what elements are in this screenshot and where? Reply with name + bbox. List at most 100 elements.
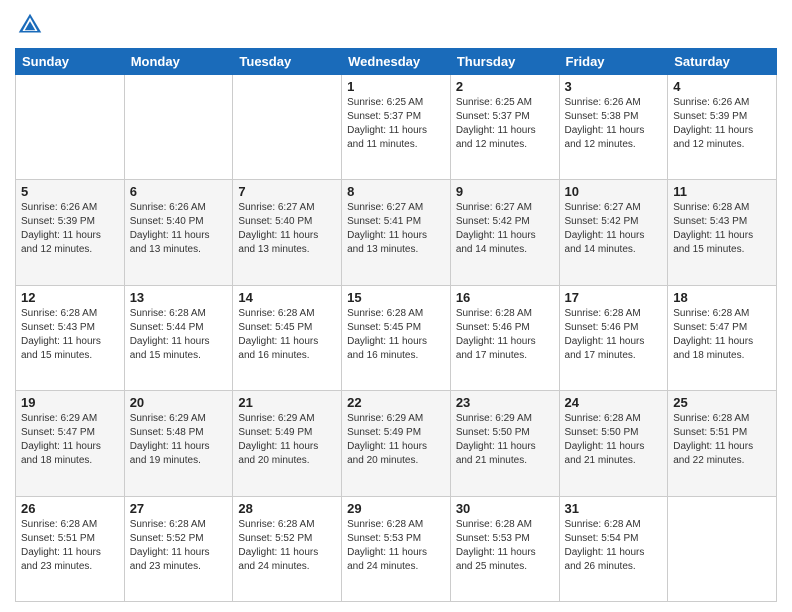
day-number-7: 7: [238, 184, 336, 199]
day-header-sunday: Sunday: [16, 49, 125, 75]
day-info-14: Sunrise: 6:28 AM Sunset: 5:45 PM Dayligh…: [238, 307, 336, 363]
day-number-31: 31: [565, 501, 663, 516]
day-info-31: Sunrise: 6:28 AM Sunset: 5:54 PM Dayligh…: [565, 518, 663, 574]
day-number-20: 20: [130, 395, 228, 410]
day-number-2: 2: [456, 79, 554, 94]
day-cell-11: 11 Sunrise: 6:28 AM Sunset: 5:43 PM Dayli…: [668, 180, 777, 285]
day-info-7: Sunrise: 6:27 AM Sunset: 5:40 PM Dayligh…: [238, 201, 336, 257]
logo: [15, 10, 49, 40]
day-cell-2: 2 Sunrise: 6:25 AM Sunset: 5:37 PM Daylig…: [450, 75, 559, 180]
day-cell-15: 15 Sunrise: 6:28 AM Sunset: 5:45 PM Dayli…: [342, 285, 451, 390]
day-number-3: 3: [565, 79, 663, 94]
day-info-15: Sunrise: 6:28 AM Sunset: 5:45 PM Dayligh…: [347, 307, 445, 363]
day-cell-6: 6 Sunrise: 6:26 AM Sunset: 5:40 PM Daylig…: [124, 180, 233, 285]
day-header-monday: Monday: [124, 49, 233, 75]
day-info-29: Sunrise: 6:28 AM Sunset: 5:53 PM Dayligh…: [347, 518, 445, 574]
day-number-28: 28: [238, 501, 336, 516]
day-info-18: Sunrise: 6:28 AM Sunset: 5:47 PM Dayligh…: [673, 307, 771, 363]
day-cell-22: 22Sunrise: 6:29 AM Sunset: 5:49 PM Dayli…: [342, 391, 451, 496]
day-info-11: Sunrise: 6:28 AM Sunset: 5:43 PM Dayligh…: [673, 201, 771, 257]
day-cell-30: 30 Sunrise: 6:28 AM Sunset: 5:53 PM Dayli…: [450, 496, 559, 601]
day-cell-12: 12 Sunrise: 6:28 AM Sunset: 5:43 PM Dayli…: [16, 285, 125, 390]
day-number-18: 18: [673, 290, 771, 305]
day-headers-row: SundayMondayTuesdayWednesdayThursdayFrid…: [16, 49, 777, 75]
day-number-11: 11: [673, 184, 771, 199]
logo-icon: [15, 10, 45, 40]
day-number-14: 14: [238, 290, 336, 305]
day-cell-18: 18 Sunrise: 6:28 AM Sunset: 5:47 PM Dayli…: [668, 285, 777, 390]
day-info-30: Sunrise: 6:28 AM Sunset: 5:53 PM Dayligh…: [456, 518, 554, 574]
day-info-2: Sunrise: 6:25 AM Sunset: 5:37 PM Dayligh…: [456, 96, 554, 152]
day-header-tuesday: Tuesday: [233, 49, 342, 75]
day-number-17: 17: [565, 290, 663, 305]
day-number-24: 24: [565, 395, 663, 410]
day-info-17: Sunrise: 6:28 AM Sunset: 5:46 PM Dayligh…: [565, 307, 663, 363]
day-number-8: 8: [347, 184, 445, 199]
day-number-21: 21: [238, 395, 336, 410]
day-info-10: Sunrise: 6:27 AM Sunset: 5:42 PM Dayligh…: [565, 201, 663, 257]
day-number-30: 30: [456, 501, 554, 516]
day-number-6: 6: [130, 184, 228, 199]
day-cell-1: 1Sunrise: 6:25 AM Sunset: 5:37 PM Daylig…: [342, 75, 451, 180]
day-cell-7: 7 Sunrise: 6:27 AM Sunset: 5:40 PM Daylig…: [233, 180, 342, 285]
day-cell-23: 23Sunrise: 6:29 AM Sunset: 5:50 PM Dayli…: [450, 391, 559, 496]
day-cell-3: 3 Sunrise: 6:26 AM Sunset: 5:38 PM Daylig…: [559, 75, 668, 180]
day-cell-10: 10 Sunrise: 6:27 AM Sunset: 5:42 PM Dayli…: [559, 180, 668, 285]
day-cell-9: 9 Sunrise: 6:27 AM Sunset: 5:42 PM Daylig…: [450, 180, 559, 285]
day-header-friday: Friday: [559, 49, 668, 75]
calendar-table: SundayMondayTuesdayWednesdayThursdayFrid…: [15, 48, 777, 602]
day-info-27: Sunrise: 6:28 AM Sunset: 5:52 PM Dayligh…: [130, 518, 228, 574]
day-info-21: Sunrise: 6:29 AM Sunset: 5:49 PM Dayligh…: [238, 412, 336, 468]
day-number-29: 29: [347, 501, 445, 516]
day-info-12: Sunrise: 6:28 AM Sunset: 5:43 PM Dayligh…: [21, 307, 119, 363]
week-row-3: 19 Sunrise: 6:29 AM Sunset: 5:47 PM Dayli…: [16, 391, 777, 496]
day-number-9: 9: [456, 184, 554, 199]
day-number-23: 23: [456, 395, 554, 410]
week-row-1: 5 Sunrise: 6:26 AM Sunset: 5:39 PM Daylig…: [16, 180, 777, 285]
day-number-5: 5: [21, 184, 119, 199]
day-number-25: 25: [673, 395, 771, 410]
day-info-19: Sunrise: 6:29 AM Sunset: 5:47 PM Dayligh…: [21, 412, 119, 468]
day-cell-25: 25 Sunrise: 6:28 AM Sunset: 5:51 PM Dayli…: [668, 391, 777, 496]
week-row-2: 12 Sunrise: 6:28 AM Sunset: 5:43 PM Dayli…: [16, 285, 777, 390]
day-number-19: 19: [21, 395, 119, 410]
day-cell-29: 29 Sunrise: 6:28 AM Sunset: 5:53 PM Dayli…: [342, 496, 451, 601]
day-number-22: 22: [347, 395, 445, 410]
day-cell-20: 20 Sunrise: 6:29 AM Sunset: 5:48 PM Dayli…: [124, 391, 233, 496]
day-number-27: 27: [130, 501, 228, 516]
empty-cell: [233, 75, 342, 180]
day-info-26: Sunrise: 6:28 AM Sunset: 5:51 PM Dayligh…: [21, 518, 119, 574]
day-info-25: Sunrise: 6:28 AM Sunset: 5:51 PM Dayligh…: [673, 412, 771, 468]
empty-cell: [124, 75, 233, 180]
day-number-13: 13: [130, 290, 228, 305]
empty-cell: [668, 496, 777, 601]
day-info-4: Sunrise: 6:26 AM Sunset: 5:39 PM Dayligh…: [673, 96, 771, 152]
day-header-thursday: Thursday: [450, 49, 559, 75]
day-cell-31: 31 Sunrise: 6:28 AM Sunset: 5:54 PM Dayli…: [559, 496, 668, 601]
day-info-8: Sunrise: 6:27 AM Sunset: 5:41 PM Dayligh…: [347, 201, 445, 257]
day-header-saturday: Saturday: [668, 49, 777, 75]
day-number-10: 10: [565, 184, 663, 199]
day-number-16: 16: [456, 290, 554, 305]
day-cell-24: 24Sunrise: 6:28 AM Sunset: 5:50 PM Dayli…: [559, 391, 668, 496]
day-info-28: Sunrise: 6:28 AM Sunset: 5:52 PM Dayligh…: [238, 518, 336, 574]
day-cell-17: 17 Sunrise: 6:28 AM Sunset: 5:46 PM Dayli…: [559, 285, 668, 390]
day-cell-19: 19 Sunrise: 6:29 AM Sunset: 5:47 PM Dayli…: [16, 391, 125, 496]
day-cell-4: 4 Sunrise: 6:26 AM Sunset: 5:39 PM Daylig…: [668, 75, 777, 180]
day-info-5: Sunrise: 6:26 AM Sunset: 5:39 PM Dayligh…: [21, 201, 119, 257]
header: [15, 10, 777, 40]
page: SundayMondayTuesdayWednesdayThursdayFrid…: [0, 0, 792, 612]
day-cell-16: 16 Sunrise: 6:28 AM Sunset: 5:46 PM Dayli…: [450, 285, 559, 390]
day-info-16: Sunrise: 6:28 AM Sunset: 5:46 PM Dayligh…: [456, 307, 554, 363]
day-number-4: 4: [673, 79, 771, 94]
day-number-15: 15: [347, 290, 445, 305]
day-number-12: 12: [21, 290, 119, 305]
day-cell-5: 5 Sunrise: 6:26 AM Sunset: 5:39 PM Daylig…: [16, 180, 125, 285]
day-info-6: Sunrise: 6:26 AM Sunset: 5:40 PM Dayligh…: [130, 201, 228, 257]
day-number-26: 26: [21, 501, 119, 516]
day-cell-8: 8 Sunrise: 6:27 AM Sunset: 5:41 PM Daylig…: [342, 180, 451, 285]
day-info-3: Sunrise: 6:26 AM Sunset: 5:38 PM Dayligh…: [565, 96, 663, 152]
day-info-20: Sunrise: 6:29 AM Sunset: 5:48 PM Dayligh…: [130, 412, 228, 468]
day-info-9: Sunrise: 6:27 AM Sunset: 5:42 PM Dayligh…: [456, 201, 554, 257]
day-info-13: Sunrise: 6:28 AM Sunset: 5:44 PM Dayligh…: [130, 307, 228, 363]
